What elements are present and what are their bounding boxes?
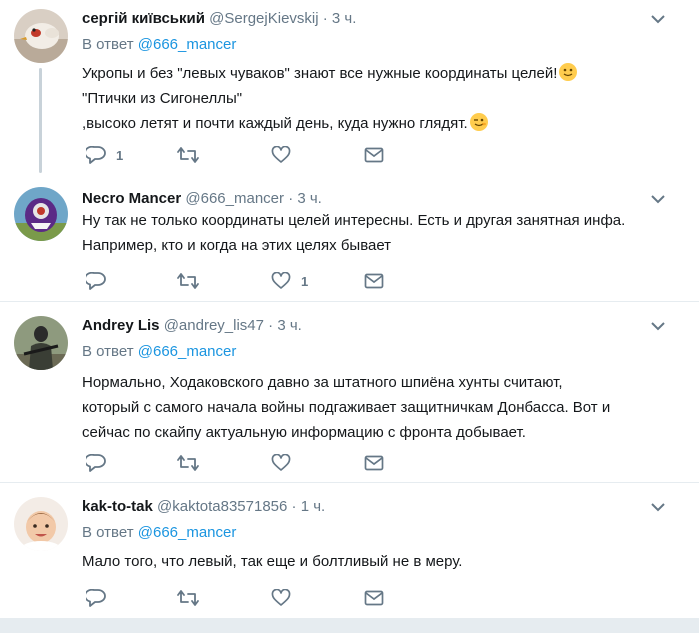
tweet-text-line: Нормально, Ходаковского давно за штатног… xyxy=(82,374,563,391)
tweet-text-line: ,высоко летят и почти каждый день, куда … xyxy=(82,115,468,132)
user-handle[interactable]: @andrey_lis47 xyxy=(164,317,264,334)
reply-button[interactable] xyxy=(86,452,116,474)
reply-mention[interactable]: @666_mancer xyxy=(138,524,237,541)
reply-button[interactable] xyxy=(86,270,116,292)
timeline-footer-divider xyxy=(0,618,699,633)
tweet-actions xyxy=(82,587,402,609)
avatar[interactable] xyxy=(14,9,68,63)
slightly-smiling-face-icon xyxy=(559,63,578,81)
reply-icon xyxy=(86,272,106,290)
display-name[interactable]: kak-to-tak xyxy=(82,498,153,515)
avatar[interactable] xyxy=(14,316,68,370)
tweet-header: Andrey Lis @andrey_lis47 · 3 ч. xyxy=(82,316,302,336)
tweet-actions: 1 xyxy=(82,144,402,166)
avatar[interactable] xyxy=(14,497,68,551)
heart-icon xyxy=(271,589,291,606)
reply-mention[interactable]: @666_mancer xyxy=(138,343,237,360)
reply-button[interactable]: 1 xyxy=(86,144,123,166)
retweet-icon xyxy=(177,455,199,471)
separator: · xyxy=(268,317,274,334)
tweet-text-line: Укропы и без "левых чуваков" знают все н… xyxy=(82,65,558,82)
tweet-actions xyxy=(82,452,402,474)
display-name[interactable]: Necro Mancer xyxy=(82,190,181,207)
tweet-text: Нормально, Ходаковского давно за штатног… xyxy=(82,370,672,445)
user-handle[interactable]: @kaktota83571856 xyxy=(157,498,287,515)
retweet-button[interactable] xyxy=(176,452,210,474)
like-button[interactable] xyxy=(271,144,301,166)
user-handle[interactable]: @666_mancer xyxy=(185,190,284,207)
retweet-icon xyxy=(177,147,199,163)
envelope-icon xyxy=(364,455,384,471)
separator: · xyxy=(322,10,328,27)
reply-prefix: В ответ xyxy=(82,343,134,360)
tweet-text-line: Например, кто и когда на этих целях быва… xyxy=(82,237,392,254)
retweet-button[interactable] xyxy=(176,144,210,166)
reply-context: В ответ @666_mancer xyxy=(82,342,236,362)
tweet-4[interactable]: kak-to-tak @kaktota83571856 · 1 ч. В отв… xyxy=(0,483,699,618)
chevron-down-icon[interactable] xyxy=(651,321,665,331)
display-name[interactable]: Andrey Lis xyxy=(82,317,160,334)
tweet-1[interactable]: сергій київський @SergejKievskij · 3 ч. … xyxy=(0,0,699,181)
reply-prefix: В ответ xyxy=(82,524,134,541)
avatar[interactable] xyxy=(14,187,68,241)
reply-context: В ответ @666_mancer xyxy=(82,523,236,543)
chevron-down-icon[interactable] xyxy=(651,14,665,24)
envelope-icon xyxy=(364,147,384,163)
like-button[interactable]: 1 xyxy=(271,270,308,292)
timestamp[interactable]: 3 ч. xyxy=(297,190,322,207)
timestamp[interactable]: 3 ч. xyxy=(332,10,357,27)
dm-button[interactable] xyxy=(364,270,384,292)
dm-button[interactable] xyxy=(364,587,384,609)
reply-mention[interactable]: @666_mancer xyxy=(138,36,237,53)
thread-line xyxy=(39,68,42,173)
chevron-down-icon[interactable] xyxy=(651,194,665,204)
tweet-text-line: Мало того, что левый, так еще и болтливы… xyxy=(82,553,463,570)
reply-context: В ответ @666_mancer xyxy=(82,35,236,55)
display-name[interactable]: сергій київський xyxy=(82,10,205,27)
retweet-button[interactable] xyxy=(176,587,210,609)
tweet-actions: 1 xyxy=(82,270,402,292)
like-button[interactable] xyxy=(271,587,301,609)
separator: · xyxy=(291,498,297,515)
winking-face-icon xyxy=(469,113,488,131)
tweet-text-line: Ну так не только координаты целей интере… xyxy=(82,212,626,229)
like-count: 1 xyxy=(301,273,309,289)
tweet-text-line: сейчас по скайпу актуальную информацию с… xyxy=(82,424,526,441)
retweet-icon xyxy=(177,273,199,289)
reply-icon xyxy=(86,146,106,164)
reply-icon xyxy=(86,454,106,472)
tweet-text-line: который с самого начала войны подгаживае… xyxy=(82,399,611,416)
tweet-text: Ну так не только координаты целей интере… xyxy=(82,208,672,258)
envelope-icon xyxy=(364,590,384,606)
chevron-down-icon[interactable] xyxy=(651,502,665,512)
user-handle[interactable]: @SergejKievskij xyxy=(209,10,318,27)
timestamp[interactable]: 1 ч. xyxy=(301,498,326,515)
tweet-header: Necro Mancer @666_mancer · 3 ч. xyxy=(82,189,322,209)
tweet-3[interactable]: Andrey Lis @andrey_lis47 · 3 ч. В ответ … xyxy=(0,302,699,483)
tweet-header: сергій київський @SergejKievskij · 3 ч. xyxy=(82,9,356,29)
reply-prefix: В ответ xyxy=(82,36,134,53)
heart-icon xyxy=(271,454,291,471)
timestamp[interactable]: 3 ч. xyxy=(277,317,302,334)
tweet-2[interactable]: Necro Mancer @666_mancer · 3 ч. Ну так н… xyxy=(0,181,699,302)
tweet-text: Мало того, что левый, так еще и болтливы… xyxy=(82,549,672,574)
heart-icon xyxy=(271,146,291,163)
retweet-button[interactable] xyxy=(176,270,210,292)
reply-icon xyxy=(86,589,106,607)
separator: · xyxy=(288,190,294,207)
dm-button[interactable] xyxy=(364,144,384,166)
tweet-text: Укропы и без "левых чуваков" знают все н… xyxy=(82,61,672,136)
retweet-icon xyxy=(177,590,199,606)
like-button[interactable] xyxy=(271,452,301,474)
envelope-icon xyxy=(364,273,384,289)
reply-count: 1 xyxy=(116,147,124,163)
tweet-header: kak-to-tak @kaktota83571856 · 1 ч. xyxy=(82,497,325,517)
heart-icon xyxy=(271,272,291,289)
tweet-text-line: "Птички из Сигонеллы" xyxy=(82,90,243,107)
dm-button[interactable] xyxy=(364,452,384,474)
reply-button[interactable] xyxy=(86,587,116,609)
